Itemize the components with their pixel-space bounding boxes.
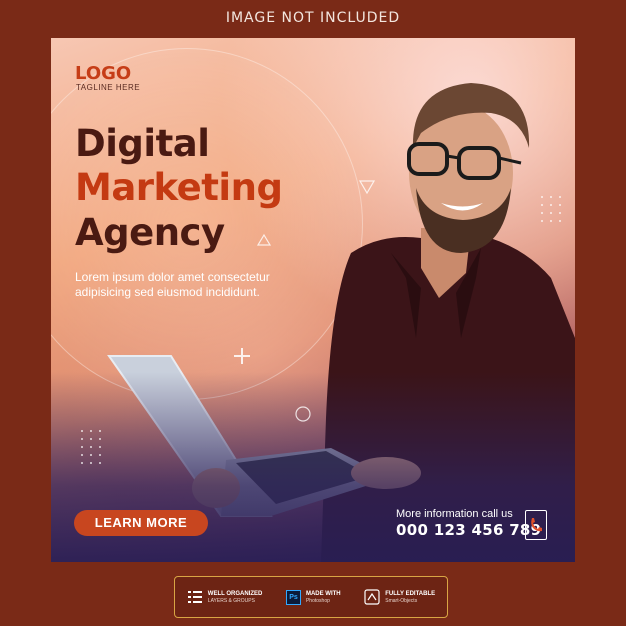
contact-label: More information call us [396,508,513,520]
image-not-included-label: IMAGE NOT INCLUDED [225,10,401,26]
badge-title: WELL ORGANIZED [207,590,263,597]
layers-icon [187,591,202,603]
social-media-post: LOGO TAGLINE HERE Digital Marketing Agen… [51,38,575,562]
badge-subtitle: Photoshop [305,597,330,604]
badge-title: MADE WITH [305,590,341,597]
badge-editable: FULLY EDITABLE Smart-Objects [364,589,435,605]
headline-line-3: Agency [75,211,225,254]
triangle-icon [257,234,271,246]
headline-line-2: Marketing [75,166,283,209]
circle-icon [295,406,311,422]
badge-layers: WELL ORGANIZED LAYERS & GROUPS [187,590,263,605]
learn-more-button[interactable]: LEARN MORE [74,510,208,536]
phone-number[interactable]: 000 123 456 789 [396,521,541,539]
body-text: Lorem ipsum dolor amet consectetur adipi… [75,270,270,299]
dot-pattern [81,430,102,464]
dot-pattern [541,196,562,222]
plus-icon [234,348,250,364]
smart-object-icon [364,589,380,605]
feature-badges: WELL ORGANIZED LAYERS & GROUPS Ps MADE W… [174,576,448,618]
tagline: TAGLINE HERE [76,83,141,92]
triangle-icon [359,180,375,194]
badge-subtitle: LAYERS & GROUPS [207,597,255,604]
badge-title: FULLY EDITABLE [385,590,436,597]
badge-photoshop: Ps MADE WITH Photoshop [285,589,341,605]
photoshop-icon: Ps [285,589,301,605]
headline-line-1: Digital [75,122,210,165]
logo: LOGO [75,63,132,84]
badge-subtitle: Smart-Objects [385,597,418,604]
phone-icon [525,510,547,540]
